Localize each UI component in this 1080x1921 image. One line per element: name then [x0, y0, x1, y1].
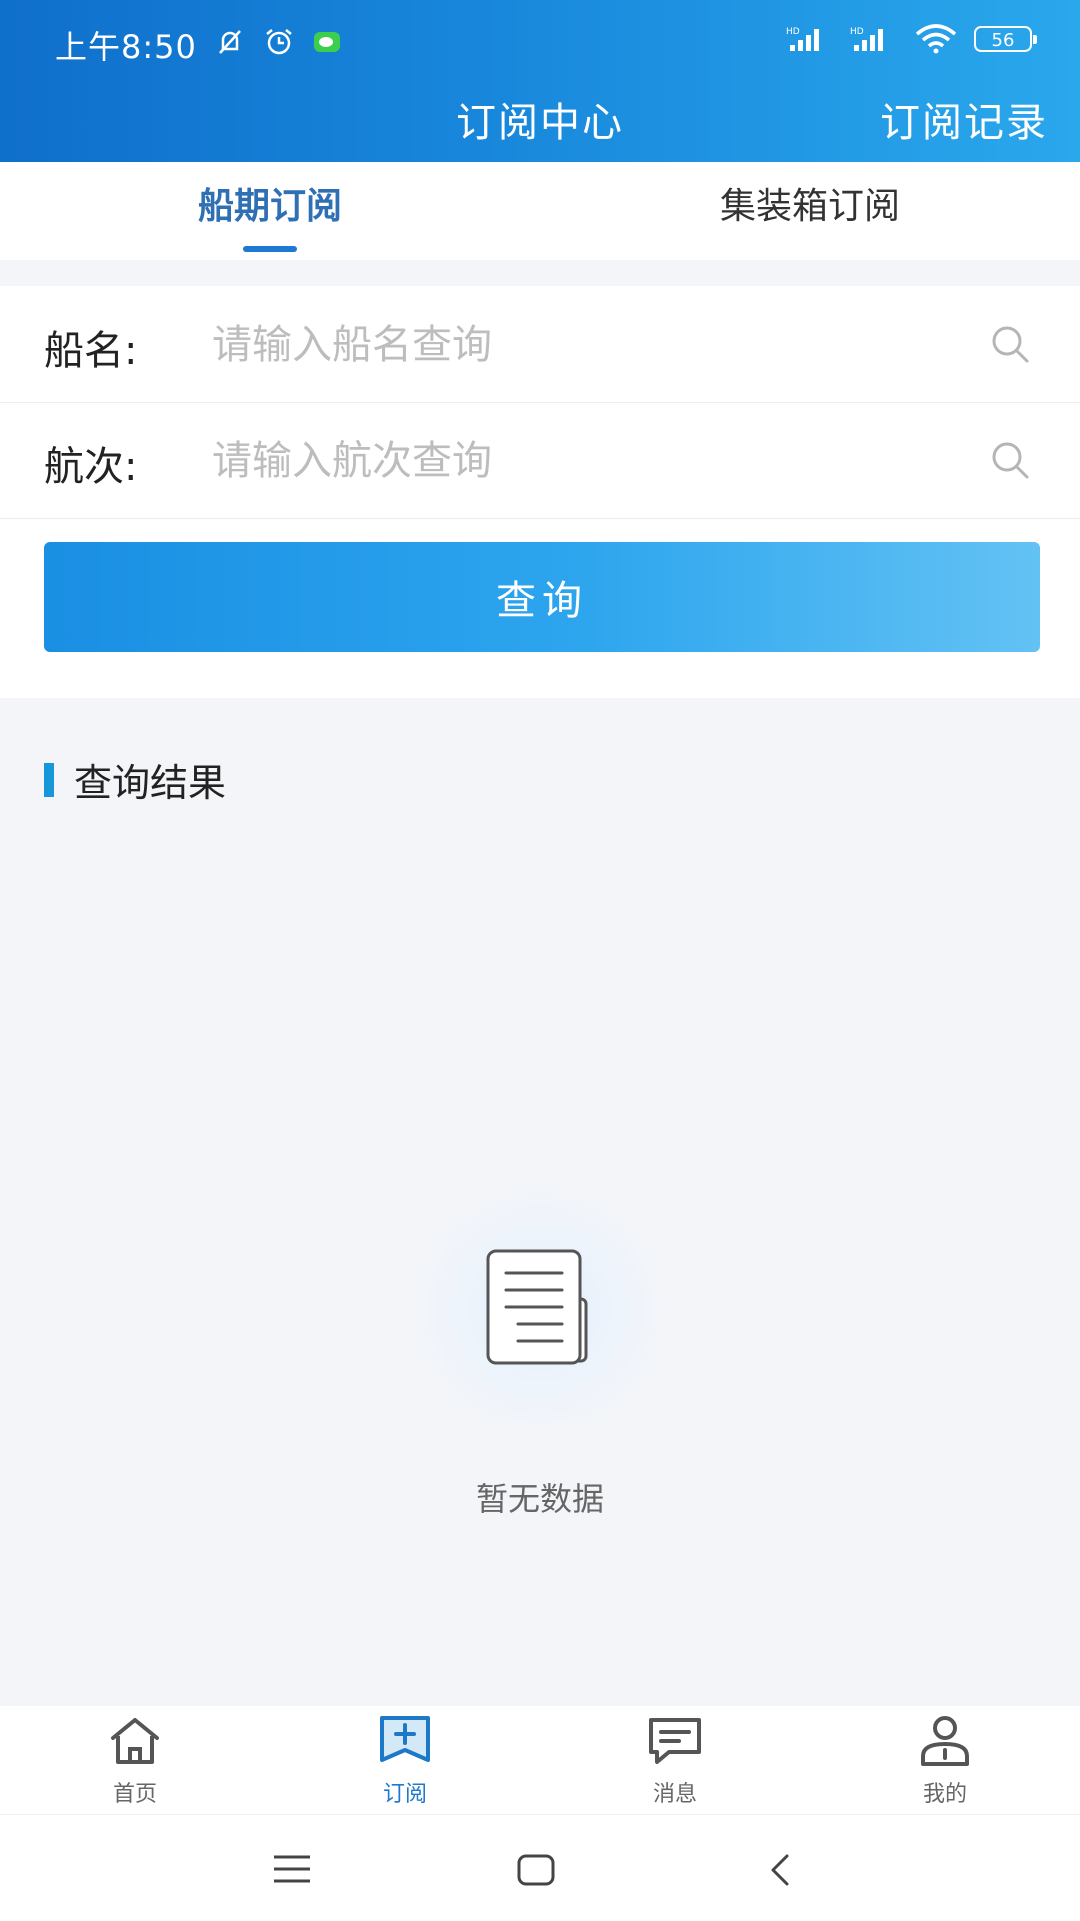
- battery-indicator: 56: [974, 26, 1037, 52]
- voyage-row: 航次:: [0, 402, 1080, 519]
- status-time: 上午8:50: [55, 28, 197, 66]
- system-navigation-bar: [0, 1814, 1080, 1921]
- section-marker: [44, 762, 54, 797]
- tab-ship-schedule[interactable]: 船期订阅: [0, 162, 540, 260]
- tab-label: 船期订阅: [197, 186, 342, 227]
- mute-bell-icon: [219, 30, 241, 54]
- results-header: 查询结果: [44, 752, 226, 807]
- nav-label: 我的: [922, 1782, 967, 1807]
- alarm-icon: [266, 29, 292, 55]
- home-icon: [111, 1718, 159, 1764]
- nav-messages[interactable]: 消息: [540, 1706, 810, 1814]
- ship-name-row: 船名:: [0, 286, 1080, 403]
- nav-subscribe[interactable]: 订阅: [270, 1706, 540, 1814]
- ship-name-input[interactable]: [210, 310, 954, 380]
- subscription-record-link[interactable]: 订阅记录: [880, 90, 1048, 148]
- nav-label: 首页: [112, 1782, 157, 1807]
- nav-home[interactable]: 首页: [0, 1706, 270, 1814]
- status-bar: 上午8:50 HD HD 56: [0, 0, 1080, 80]
- active-tab-indicator: [243, 246, 297, 252]
- menu-icon[interactable]: [272, 1853, 312, 1885]
- app-header: 上午8:50 HD HD 56 订阅中心 订阅记录: [0, 0, 1080, 162]
- tab-label: 集装箱订阅: [719, 186, 900, 227]
- wechat-icon: [314, 32, 340, 52]
- empty-state-text: 暂无数据: [475, 1480, 604, 1518]
- home-button-icon[interactable]: [516, 1853, 556, 1887]
- tab-bar: 船期订阅 集装箱订阅: [0, 162, 1080, 260]
- signal-icon: HD: [850, 27, 883, 51]
- message-icon: [649, 1718, 701, 1764]
- back-icon[interactable]: [768, 1853, 792, 1887]
- wifi-icon: [915, 24, 957, 54]
- voyage-input[interactable]: [210, 426, 954, 496]
- nav-profile[interactable]: 我的: [810, 1706, 1080, 1814]
- query-button[interactable]: 查询: [44, 542, 1040, 652]
- voyage-label: 航次:: [44, 444, 138, 490]
- results-title: 查询结果: [74, 761, 227, 805]
- svg-text:HD: HD: [786, 27, 800, 37]
- empty-document-icon: [486, 1249, 588, 1365]
- svg-text:HD: HD: [850, 27, 864, 37]
- empty-state: [400, 1190, 680, 1430]
- search-icon[interactable]: [988, 322, 1032, 366]
- tab-container[interactable]: 集装箱订阅: [540, 162, 1080, 260]
- nav-label: 消息: [652, 1782, 697, 1807]
- profile-icon: [921, 1716, 969, 1766]
- nav-label: 订阅: [382, 1782, 427, 1807]
- subscribe-icon: [380, 1716, 430, 1762]
- search-icon[interactable]: [988, 438, 1032, 482]
- ship-name-label: 船名:: [44, 328, 138, 374]
- bottom-navigation: 首页 订阅 消息 我的: [0, 1706, 1080, 1814]
- signal-icon: HD: [786, 27, 819, 51]
